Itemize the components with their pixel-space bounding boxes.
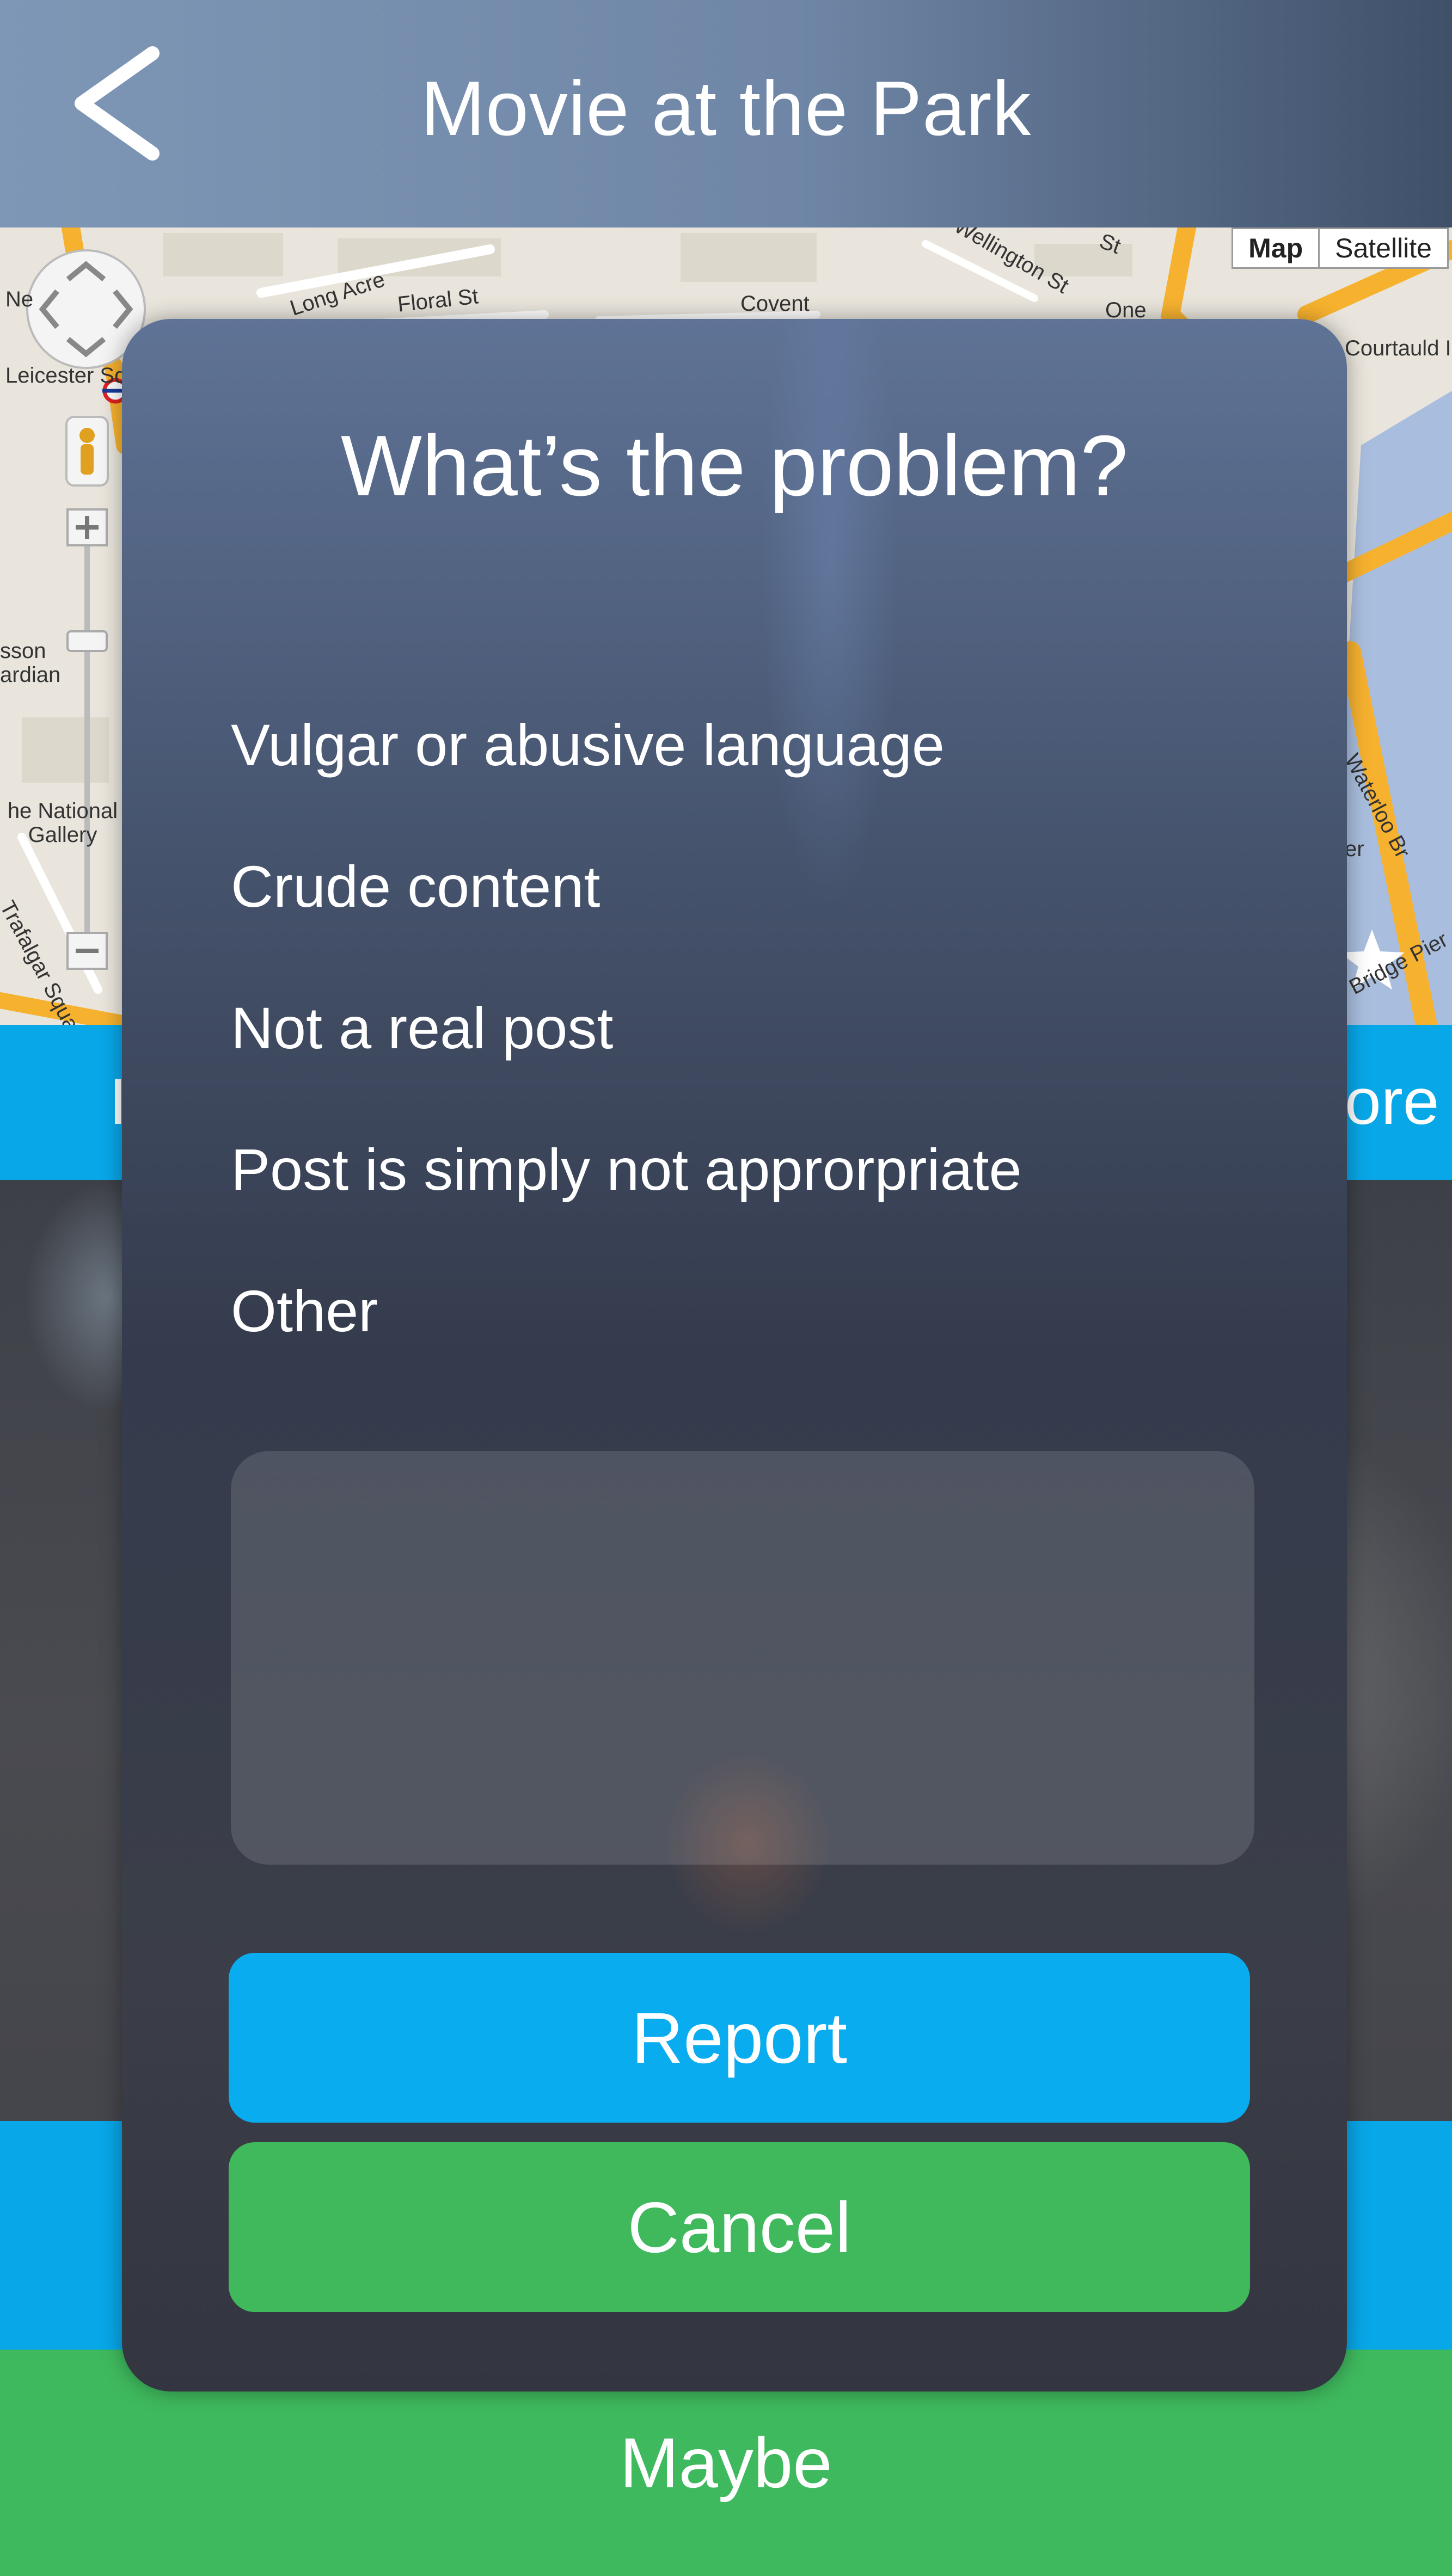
pegman-icon[interactable] [65, 416, 109, 487]
option-not-real-post[interactable]: Not a real post [231, 994, 613, 1062]
map-type-satellite-button[interactable]: Satellite [1320, 229, 1447, 267]
map-label-ne: Ne [5, 287, 34, 311]
map-type-map-button[interactable]: Map [1233, 229, 1320, 267]
page-title: Movie at the Park [420, 65, 1032, 152]
app-header: Movie at the Park [0, 0, 1452, 228]
report-button[interactable]: Report [229, 1953, 1250, 2123]
details-textarea[interactable] [231, 1451, 1254, 1865]
report-dialog: What’s the problem? Vulgar or abusive la… [122, 319, 1347, 2391]
zoom-slider-handle[interactable] [66, 630, 108, 652]
cancel-button-label: Cancel [627, 2187, 851, 2267]
report-button-label: Report [631, 1997, 848, 2078]
map-label-ardian: ardian [0, 663, 61, 687]
map-type-control: Map Satellite [1232, 228, 1449, 269]
map-label-sson: sson [0, 639, 46, 663]
dialog-title: What’s the problem? [340, 418, 1129, 514]
zoom-out-icon[interactable] [66, 932, 108, 970]
info-band-more-text[interactable]: ore [1345, 1064, 1439, 1139]
option-crude-content[interactable]: Crude content [231, 852, 600, 920]
cancel-button[interactable]: Cancel [229, 2142, 1250, 2312]
option-not-appropriate[interactable]: Post is simply not approrpriate [231, 1135, 1022, 1203]
map-label-courtauld: Courtauld Institute of Ar [1345, 336, 1452, 360]
map-label-national-gallery: he National Gallery [7, 799, 118, 847]
maybe-label: Maybe [620, 2423, 832, 2503]
map-label-er: er [1345, 837, 1364, 861]
option-other[interactable]: Other [231, 1277, 378, 1345]
zoom-in-icon[interactable] [66, 508, 108, 546]
map-label-covent: Covent [740, 292, 810, 316]
option-vulgar-language[interactable]: Vulgar or abusive language [231, 711, 945, 779]
